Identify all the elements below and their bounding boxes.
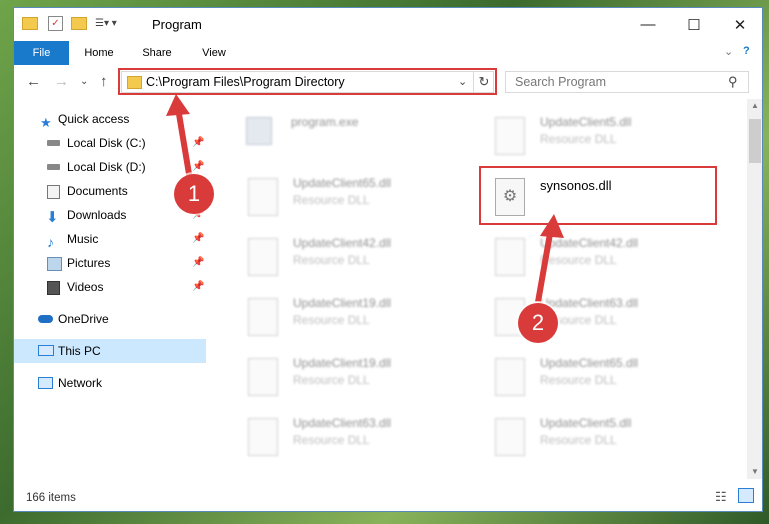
arrow-2-head <box>540 214 564 238</box>
annotation-arrows <box>166 94 564 303</box>
arrow-2-line <box>535 227 554 303</box>
marker-2: 2 <box>518 303 558 343</box>
marker-1: 1 <box>174 174 214 214</box>
arrow-1-line <box>175 107 193 181</box>
arrow-1-head <box>166 94 190 116</box>
